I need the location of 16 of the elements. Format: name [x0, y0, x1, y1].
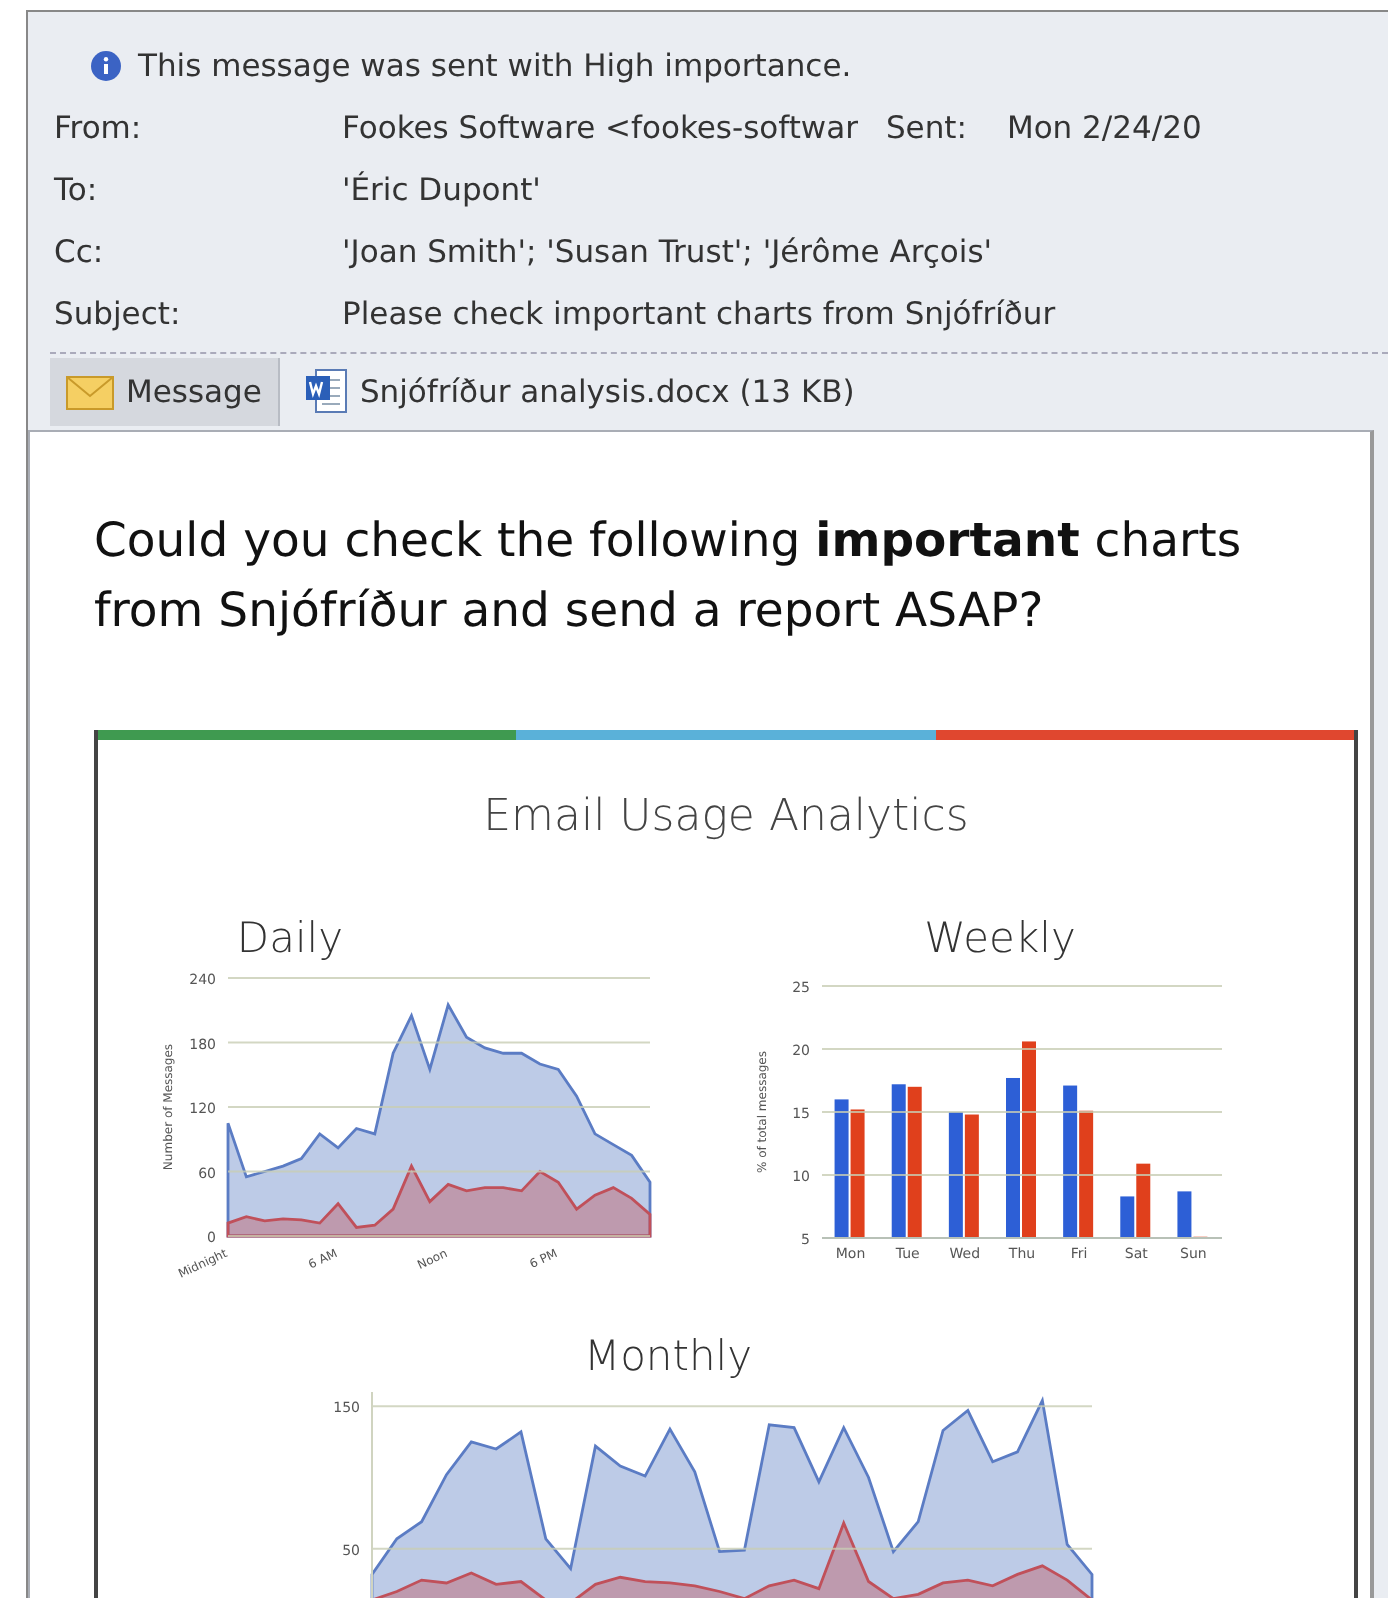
chart-title: Monthly — [581, 1332, 755, 1380]
field-label: Sent: — [885, 109, 967, 145]
field-value: 'Éric Dupont' — [342, 171, 541, 207]
field-label: Cc: — [54, 233, 106, 269]
field-label: Subject: — [54, 295, 183, 331]
field-value: Mon 2/24/20 — [1006, 109, 1202, 145]
importance-notice: This message was sent with High importance. — [138, 48, 852, 84]
chart-title: Weekly — [922, 914, 1078, 962]
field-label: From: — [54, 109, 144, 145]
figure-title: Email Usage Analytics — [481, 792, 971, 842]
message-text: Could you check the following important charts from Snjófríður and send a report ASAP? — [94, 510, 1244, 642]
field-value: Fookes Software <fookes-softwar — [342, 109, 858, 145]
field-label: To: — [54, 171, 100, 207]
chart-title: Daily — [234, 914, 346, 962]
field-value: Please check important charts from Snjófríður — [342, 295, 1056, 331]
field-value: 'Joan Smith'; 'Susan Trust'; 'Jérôme Arçois' — [342, 233, 993, 269]
